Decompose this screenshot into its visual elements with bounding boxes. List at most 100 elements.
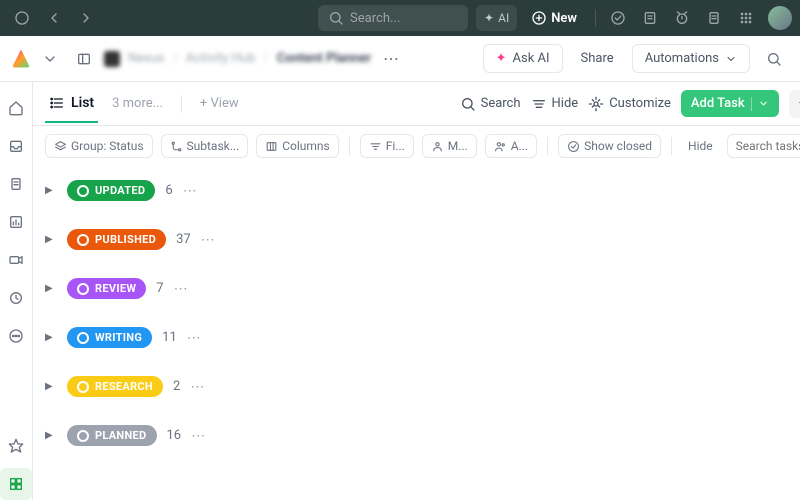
add-task-button[interactable]: Add Task [681, 90, 779, 117]
workspace-logo-icon[interactable] [12, 50, 30, 68]
viewbar: List 3 more... + View Search Hide Custom… [33, 82, 800, 126]
nav-back-icon[interactable] [40, 4, 68, 32]
filter-icon [369, 140, 382, 153]
status-pill[interactable]: WRITING [67, 327, 152, 348]
tab-list[interactable]: List [45, 85, 98, 123]
app-menu-icon[interactable] [8, 4, 36, 32]
status-group: ▶PUBLISHED37⋯ [45, 229, 800, 250]
status-pill[interactable]: UPDATED [67, 180, 155, 201]
customize-button[interactable]: Customize [588, 96, 671, 112]
more-icon[interactable]: ⋯ [183, 183, 198, 199]
task-count: 2 [173, 379, 180, 394]
inbox-icon[interactable] [0, 130, 32, 162]
expand-caret-icon[interactable]: ▶ [45, 185, 57, 196]
search-tasks-input[interactable] [727, 134, 800, 158]
timesheet-icon[interactable] [0, 282, 32, 314]
avatar[interactable] [768, 6, 792, 30]
person-icon [431, 140, 444, 153]
chevron-down-icon[interactable] [36, 45, 64, 73]
group-filter[interactable]: Group: Status [45, 134, 153, 158]
status-group: ▶ RESEARCH 2 ⋯ [45, 376, 800, 397]
check-icon [567, 140, 580, 153]
status-circle-icon [77, 185, 89, 197]
me-mode-button[interactable]: M... [422, 134, 477, 158]
sidebar-toggle-icon[interactable] [70, 45, 98, 73]
expand-caret-icon[interactable]: ▶ [45, 283, 57, 294]
expand-caret-icon[interactable]: ▶ [45, 381, 57, 392]
topbar: Search... ✦ AI New [0, 0, 800, 36]
sparkle-icon: ✦ [496, 51, 507, 66]
status-group: ▶UPDATED6⋯ [45, 180, 800, 201]
home-icon[interactable] [0, 92, 32, 124]
status-label: PUBLISHED [95, 233, 156, 246]
clips-icon[interactable] [0, 244, 32, 276]
breadcrumb-item[interactable]: Activity Hub [186, 51, 256, 66]
breadcrumb: Nexus / Activity Hub / Content Planner [104, 51, 371, 67]
dashboard-icon[interactable] [0, 206, 32, 238]
share-button[interactable]: Share [573, 45, 622, 72]
ask-ai-button[interactable]: ✦ Ask AI [483, 44, 563, 73]
more-icon[interactable]: ⋯ [174, 281, 189, 297]
search-icon [460, 96, 476, 112]
search-placeholder: Search... [350, 11, 400, 26]
status-circle-icon [77, 283, 89, 295]
status-label: REVIEW [95, 282, 136, 295]
expand-caret-icon[interactable]: ▶ [45, 430, 57, 441]
automations-button[interactable]: Automations [632, 44, 750, 73]
notepad-icon[interactable] [636, 4, 664, 32]
status-label: RESEARCH [95, 380, 153, 393]
breadcrumb-item[interactable]: Content Planner [277, 51, 371, 66]
alarm-icon[interactable] [668, 4, 696, 32]
doc-icon[interactable] [700, 4, 728, 32]
nav-forward-icon[interactable] [72, 4, 100, 32]
more-views[interactable]: 3 more... [112, 96, 163, 111]
show-closed-button[interactable]: Show closed [558, 134, 661, 158]
columns-icon [265, 140, 278, 153]
more-icon[interactable]: ⋯ [377, 45, 405, 73]
content: List 3 more... + View Search Hide Custom… [33, 82, 800, 500]
more-nav-icon[interactable] [0, 320, 32, 352]
status-pill[interactable]: RESEARCH [67, 376, 163, 397]
more-icon[interactable]: ⋯ [187, 330, 202, 346]
separator [595, 9, 596, 27]
filters-button[interactable]: Fi... [360, 134, 414, 158]
assignee-filter[interactable]: A... [485, 134, 537, 158]
status-pill[interactable]: PLANNED [67, 425, 157, 446]
columns-button[interactable]: Columns [256, 134, 339, 158]
expand-caret-icon[interactable]: ▶ [45, 332, 57, 343]
more-icon[interactable]: ⋯ [190, 379, 205, 395]
check-circle-icon[interactable] [604, 4, 632, 32]
expand-caret-icon[interactable]: ▶ [45, 234, 57, 245]
status-circle-icon [77, 381, 89, 393]
main: List 3 more... + View Search Hide Custom… [0, 82, 800, 500]
status-group: ▶PLANNED16⋯ [45, 425, 800, 446]
collapse-button[interactable] [789, 90, 800, 118]
leftnav [0, 82, 33, 500]
subtask-filter[interactable]: Subtask... [161, 134, 249, 158]
hide-filter-button[interactable]: Hide [682, 139, 719, 153]
apps-grid-icon[interactable] [732, 4, 760, 32]
ai-button[interactable]: ✦ AI [476, 5, 517, 31]
add-view-button[interactable]: + View [200, 96, 239, 111]
space-icon [104, 51, 120, 67]
status-label: WRITING [95, 331, 142, 344]
status-pill[interactable]: PUBLISHED [67, 229, 166, 250]
status-circle-icon [77, 234, 89, 246]
task-count: 11 [162, 330, 177, 345]
search-view-button[interactable]: Search [460, 96, 521, 112]
more-icon[interactable]: ⋯ [191, 428, 206, 444]
chevron-down-icon [725, 53, 737, 65]
hide-button[interactable]: Hide [531, 96, 579, 112]
docs-icon[interactable] [0, 168, 32, 200]
status-circle-icon [77, 332, 89, 344]
groups-container: ▶UPDATED6⋯▶PUBLISHED37⋯▶REVIEW7⋯▶WRITING… [33, 166, 800, 488]
status-circle-icon [77, 430, 89, 442]
global-search-input[interactable]: Search... [318, 5, 468, 31]
new-button[interactable]: New [521, 5, 587, 31]
star-icon[interactable] [0, 430, 32, 462]
search-icon[interactable] [760, 45, 788, 73]
breadcrumb-item[interactable]: Nexus [128, 51, 165, 66]
status-pill[interactable]: REVIEW [67, 278, 146, 299]
spaces-icon[interactable] [0, 468, 32, 500]
more-icon[interactable]: ⋯ [201, 232, 216, 248]
